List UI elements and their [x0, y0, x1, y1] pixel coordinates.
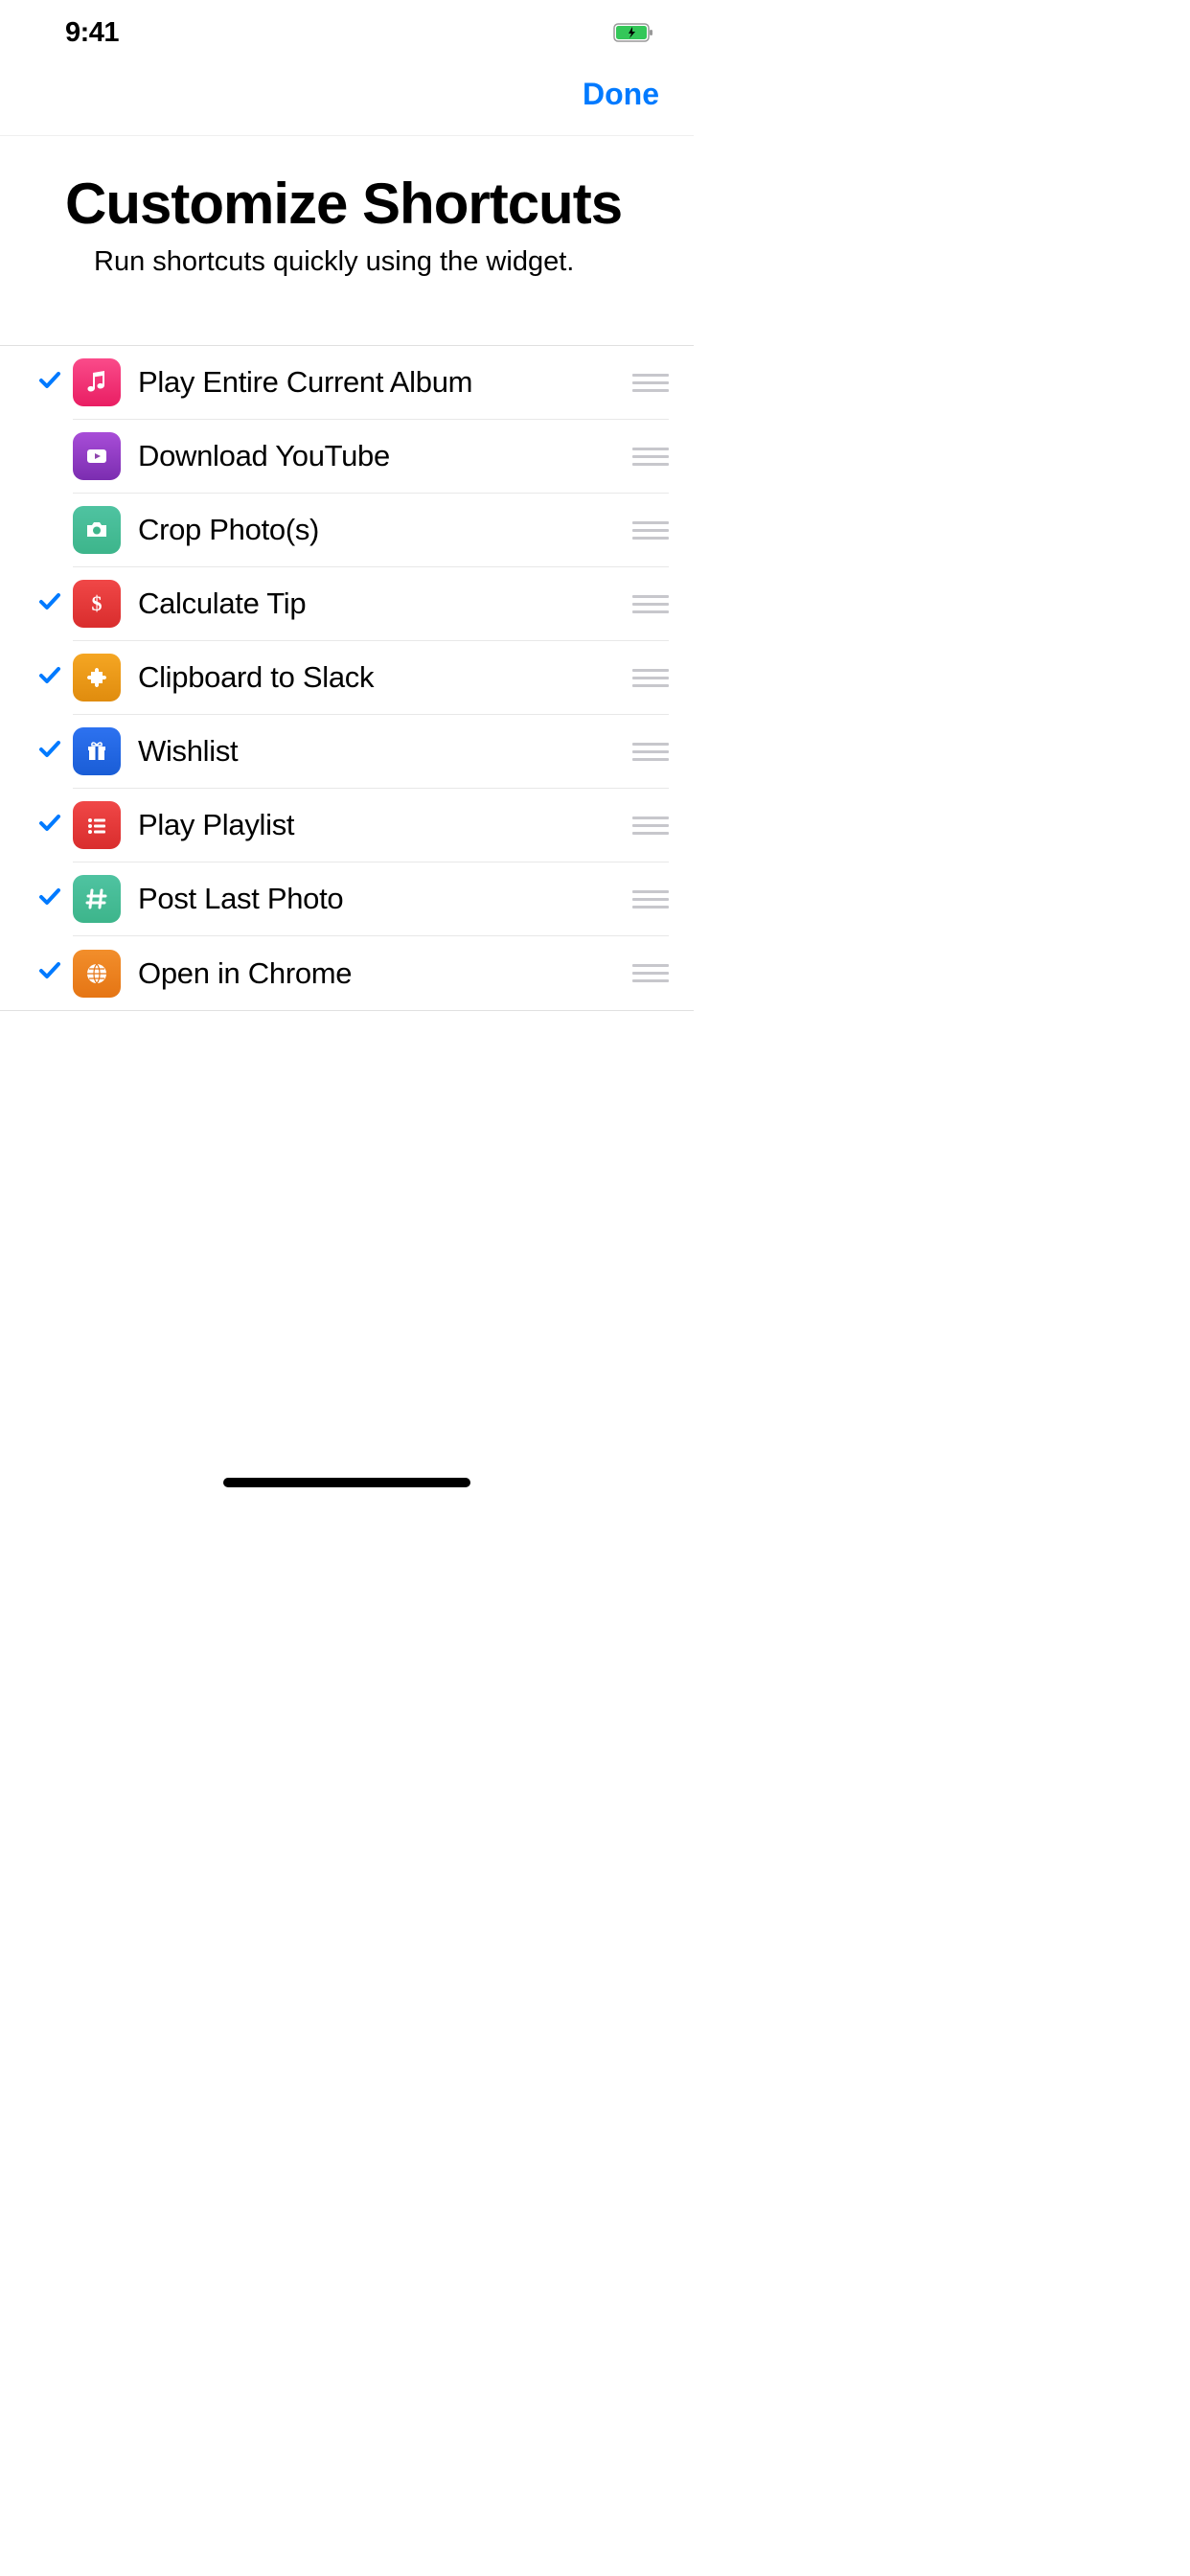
dollar-icon: $: [73, 580, 121, 628]
checkmark-toggle[interactable]: [27, 662, 73, 694]
page-title: Customize Shortcuts: [65, 171, 655, 237]
music-note-icon: [73, 358, 121, 406]
status-bar: 9:41: [0, 0, 694, 52]
play-video-icon: [73, 432, 121, 480]
checkmark-toggle[interactable]: [27, 736, 73, 768]
shortcut-label: Calculate Tip: [138, 586, 632, 621]
checkmark-icon: [36, 367, 63, 399]
checkmark-toggle[interactable]: [27, 957, 73, 989]
home-indicator[interactable]: [223, 1478, 470, 1487]
shortcut-label: Download YouTube: [138, 439, 632, 473]
shortcut-label: Open in Chrome: [138, 956, 632, 991]
drag-handle-icon[interactable]: [632, 816, 669, 835]
puzzle-icon: [73, 654, 121, 702]
gift-icon: [73, 727, 121, 775]
shortcut-label: Clipboard to Slack: [138, 660, 632, 695]
shortcuts-list: Play Entire Current Album Download YouTub…: [0, 345, 694, 1011]
shortcut-row[interactable]: Play Entire Current Album: [0, 346, 694, 420]
checkmark-icon: [36, 810, 63, 841]
shortcut-row[interactable]: Post Last Photo: [0, 862, 694, 936]
svg-text:$: $: [92, 591, 103, 615]
globe-icon: [73, 950, 121, 998]
shortcut-row[interactable]: Download YouTube: [0, 420, 694, 494]
drag-handle-icon[interactable]: [632, 743, 669, 761]
page-subtitle: Run shortcuts quickly using the widget.: [65, 246, 655, 278]
status-time: 9:41: [65, 17, 119, 49]
shortcut-label: Wishlist: [138, 734, 632, 769]
shortcut-label: Play Playlist: [138, 808, 632, 842]
drag-handle-icon[interactable]: [632, 521, 669, 540]
checkmark-toggle[interactable]: [27, 884, 73, 915]
drag-handle-icon[interactable]: [632, 374, 669, 392]
shortcut-label: Crop Photo(s): [138, 513, 632, 547]
shortcut-label: Post Last Photo: [138, 882, 632, 916]
checkmark-icon: [36, 662, 63, 694]
shortcut-row[interactable]: Play Playlist: [0, 789, 694, 862]
checkmark-icon: [36, 957, 63, 989]
done-button[interactable]: Done: [583, 77, 659, 112]
drag-handle-icon[interactable]: [632, 595, 669, 613]
camera-icon: [73, 506, 121, 554]
checkmark-toggle[interactable]: [27, 588, 73, 620]
checkmark-icon: [36, 736, 63, 768]
battery-charging-icon: [613, 22, 655, 43]
checkmark-icon: [36, 588, 63, 620]
drag-handle-icon[interactable]: [632, 669, 669, 687]
drag-handle-icon[interactable]: [632, 890, 669, 908]
shortcut-row[interactable]: Clipboard to Slack: [0, 641, 694, 715]
header: Customize Shortcuts Run shortcuts quickl…: [0, 136, 694, 305]
shortcut-row[interactable]: Wishlist: [0, 715, 694, 789]
nav-bar: Done: [0, 52, 694, 136]
drag-handle-icon[interactable]: [632, 964, 669, 982]
checkmark-toggle[interactable]: [27, 367, 73, 399]
hashtag-icon: [73, 875, 121, 923]
checkmark-toggle[interactable]: [27, 810, 73, 841]
shortcut-row[interactable]: Open in Chrome: [0, 936, 694, 1010]
shortcut-row[interactable]: $ Calculate Tip: [0, 567, 694, 641]
list-icon: [73, 801, 121, 849]
drag-handle-icon[interactable]: [632, 448, 669, 466]
checkmark-icon: [36, 884, 63, 915]
shortcut-label: Play Entire Current Album: [138, 365, 632, 400]
shortcut-row[interactable]: Crop Photo(s): [0, 494, 694, 567]
